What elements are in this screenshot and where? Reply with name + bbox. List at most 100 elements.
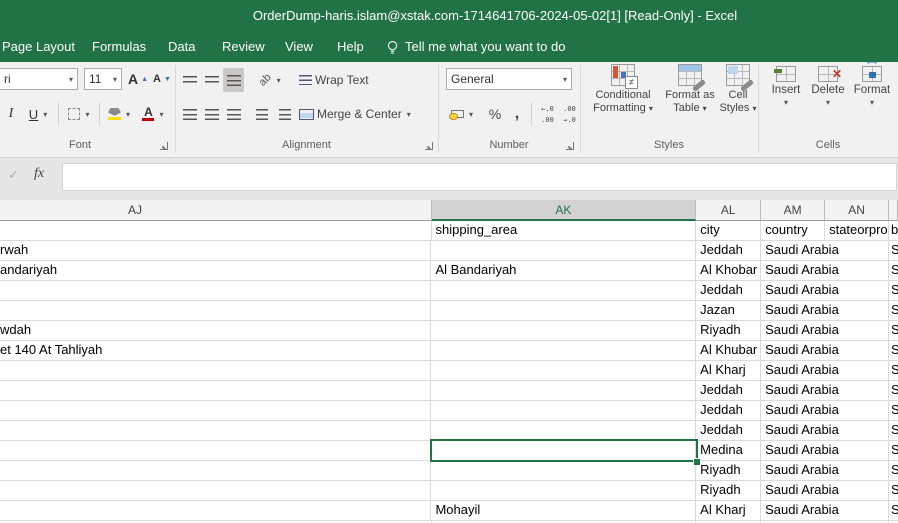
grid-cell-aj[interactable]: andariyah — [0, 261, 431, 280]
grid-cell-al[interactable]: Al Kharj — [696, 361, 761, 380]
grid-cell-ak[interactable]: Mohayil — [431, 501, 696, 520]
comma-style-button[interactable]: , — [508, 102, 526, 126]
fill-handle[interactable] — [693, 458, 701, 466]
grid-cell-am[interactable]: Saudi Arabia — [761, 441, 825, 460]
decrease-indent-button[interactable] — [251, 102, 272, 126]
grid-cell-am[interactable]: Saudi Arabia — [761, 381, 825, 400]
grid-cell-al[interactable]: Riyadh — [696, 481, 761, 500]
grid-cell-aj[interactable] — [0, 461, 431, 480]
align-center-button[interactable] — [201, 102, 222, 126]
merge-center-button[interactable]: Merge & Center — [299, 102, 437, 126]
grid-cell-al[interactable]: Riyadh — [696, 321, 761, 340]
grid-cell-al[interactable]: Jazan — [696, 301, 761, 320]
grid-cell-ak[interactable] — [431, 401, 696, 420]
tell-me-box[interactable]: Tell me what you want to do — [386, 32, 565, 62]
grid-cell-aj[interactable] — [0, 301, 431, 320]
grid-cell-al[interactable]: Jeddah — [696, 241, 761, 260]
enter-check-icon[interactable]: ✓ — [8, 167, 19, 183]
align-left-button[interactable] — [179, 102, 200, 126]
grid-cell-ao[interactable]: S — [889, 401, 898, 420]
grid-cell-ak[interactable] — [431, 241, 696, 260]
borders-button[interactable] — [64, 102, 94, 126]
grid-cell-ao[interactable]: S — [889, 381, 898, 400]
grid-cell-aj[interactable] — [0, 441, 431, 460]
tab-review[interactable]: Review — [222, 32, 265, 62]
grid-cell-ak[interactable] — [431, 461, 696, 480]
grid-cell-al[interactable]: Jeddah — [696, 421, 761, 440]
grid-cell-an[interactable] — [825, 501, 889, 520]
grid-cell-an[interactable] — [825, 301, 889, 320]
tab-help[interactable]: Help — [337, 32, 364, 62]
grid-cell-am[interactable]: Saudi Arabia — [761, 261, 825, 280]
chevron-down-icon[interactable]: ▾ — [559, 75, 571, 84]
wrap-text-button[interactable]: Wrap Text — [299, 68, 385, 92]
grid-cell-an[interactable] — [825, 361, 889, 380]
chevron-down-icon[interactable]: ▾ — [65, 75, 77, 84]
grid-cell-ao[interactable]: S — [889, 321, 898, 340]
grid-cell-ak[interactable]: Al Bandariyah — [431, 261, 696, 280]
grid-cell-am[interactable]: Saudi Arabia — [761, 481, 825, 500]
grid-cell-ak[interactable] — [431, 421, 696, 440]
column-header-an[interactable]: AN — [825, 200, 889, 221]
grid-cell-ao[interactable]: S — [889, 261, 898, 280]
grid-cell-ao[interactable]: S — [889, 461, 898, 480]
grid-cell-am[interactable]: country — [761, 221, 825, 240]
grid-cell-ak[interactable]: shipping_area — [432, 221, 697, 240]
decrease-font-size-button[interactable]: A▼ — [151, 68, 173, 90]
grid-cell-an[interactable] — [825, 441, 889, 460]
grid-cell-an[interactable] — [825, 421, 889, 440]
percent-style-button[interactable]: % — [484, 102, 506, 126]
grid-cell-aj[interactable]: wdah — [0, 321, 431, 340]
grid-cell-an[interactable] — [825, 281, 889, 300]
grid-cell-ao[interactable]: S — [889, 501, 898, 520]
grid-cell-aj[interactable] — [0, 421, 431, 440]
grid-cell-an[interactable] — [825, 401, 889, 420]
grid-cell-am[interactable]: Saudi Arabia — [761, 421, 825, 440]
grid-cell-aj[interactable] — [0, 481, 431, 500]
grid-cell-ak[interactable] — [431, 341, 696, 360]
formula-input[interactable] — [62, 163, 897, 191]
italic-button[interactable]: I — [2, 102, 20, 126]
grid-cell-am[interactable]: Saudi Arabia — [761, 321, 825, 340]
middle-align-button[interactable] — [201, 68, 222, 92]
font-dialog-launcher[interactable] — [160, 142, 168, 150]
font-color-button[interactable]: A — [138, 102, 168, 126]
grid-cell-an[interactable] — [825, 381, 889, 400]
grid-cell-ak[interactable] — [431, 321, 696, 340]
grid-cell-aj[interactable] — [0, 281, 431, 300]
grid-cell-an[interactable] — [825, 461, 889, 480]
number-format-combobox[interactable]: General ▾ — [446, 68, 572, 90]
grid-cell-ak[interactable] — [431, 281, 696, 300]
font-name-combobox[interactable]: ri ▾ — [0, 68, 78, 90]
grid-cell-am[interactable]: Saudi Arabia — [761, 461, 825, 480]
grid-cell-am[interactable]: Saudi Arabia — [761, 361, 825, 380]
column-header-ak[interactable]: AK — [432, 200, 697, 221]
orientation-button[interactable]: ab — [251, 68, 289, 92]
grid-cell-ao[interactable]: S — [889, 281, 898, 300]
grid-cell-am[interactable]: Saudi Arabia — [761, 501, 825, 520]
insert-function-icon[interactable]: fx — [34, 166, 44, 182]
bottom-align-button[interactable] — [223, 68, 244, 92]
grid-cell-al[interactable]: Jeddah — [696, 281, 761, 300]
grid-cell-ao[interactable]: S — [889, 441, 898, 460]
align-right-button[interactable] — [223, 102, 244, 126]
grid-cell-an[interactable] — [825, 241, 889, 260]
fill-color-button[interactable] — [104, 102, 134, 126]
tab-data[interactable]: Data — [168, 32, 195, 62]
grid-cell-al[interactable]: Al Khubar — [696, 341, 761, 360]
tab-page-layout[interactable]: Page Layout — [2, 32, 75, 62]
grid-cell-ao[interactable]: S — [889, 481, 898, 500]
column-header-ao[interactable] — [889, 200, 898, 221]
grid-cell-aj[interactable] — [0, 361, 431, 380]
grid-cell-aj[interactable]: et 140 At Tahliyah — [0, 341, 431, 360]
grid-cell-al[interactable]: Al Kharj — [696, 501, 761, 520]
grid-cell-ak[interactable] — [431, 481, 696, 500]
grid-cell-an[interactable]: stateorpro — [825, 221, 889, 240]
grid-cell-aj[interactable] — [0, 381, 431, 400]
grid-cell-ak[interactable] — [431, 381, 696, 400]
grid-cell-al[interactable]: Jeddah — [696, 401, 761, 420]
grid-cell-am[interactable]: Saudi Arabia — [761, 241, 825, 260]
column-header-aj[interactable]: AJ — [0, 200, 432, 221]
grid-cell-al[interactable]: Jeddah — [696, 381, 761, 400]
accounting-format-button[interactable] — [446, 102, 478, 126]
